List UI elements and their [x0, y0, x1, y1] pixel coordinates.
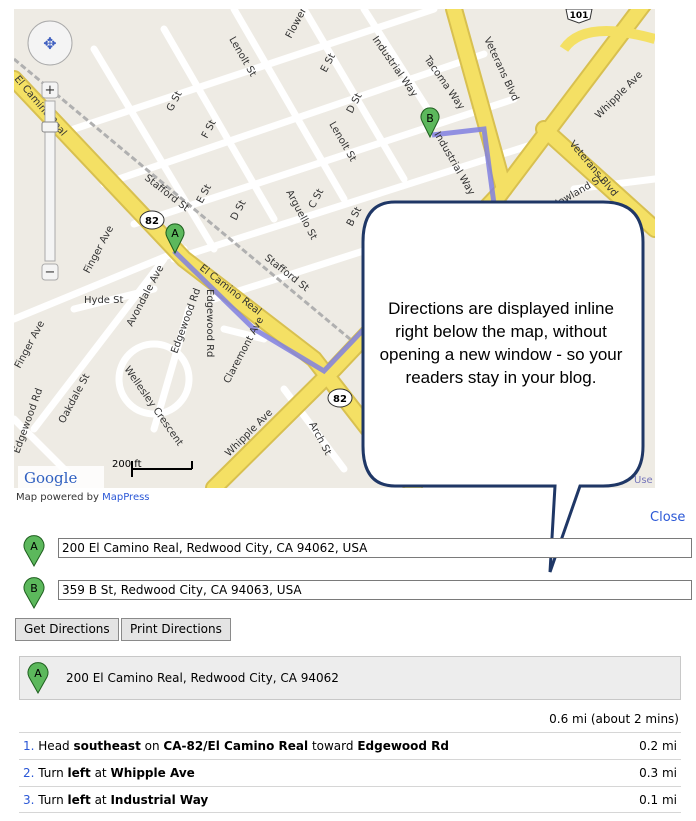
google-logo: Google — [18, 466, 104, 488]
to-address-input[interactable]: 359 B St, Redwood City, CA 94063, USA — [58, 580, 692, 600]
close-link[interactable]: Close — [650, 510, 685, 525]
highway-shield-101: 101 — [565, 9, 593, 24]
svg-text:Hyde St: Hyde St — [84, 295, 123, 306]
mappress-link[interactable]: MapPress — [102, 492, 149, 503]
svg-text:A: A — [34, 667, 42, 680]
route-summary: 0.6 mi (about 2 mins) — [549, 712, 679, 726]
start-location-box: A 200 El Camino Real, Redwood City, CA 9… — [19, 656, 681, 700]
highway-shield-82: 82 — [139, 210, 165, 230]
svg-text:A: A — [30, 540, 38, 553]
direction-step[interactable]: 2. Turn left at Whipple Ave 0.3 mi — [19, 759, 681, 786]
pan-control[interactable]: ✥ — [27, 20, 73, 66]
zoom-slider-handle[interactable] — [41, 121, 59, 133]
start-marker-icon: A — [27, 662, 49, 695]
from-address-input[interactable]: 200 El Camino Real, Redwood City, CA 940… — [58, 538, 692, 558]
powered-by: Map powered by MapPress — [16, 492, 150, 503]
direction-step[interactable]: 3. Turn left at Industrial Way 0.1 mi — [19, 786, 681, 813]
to-row: B 359 B St, Redwood City, CA 94063, USA — [22, 577, 692, 614]
svg-text:Google: Google — [24, 469, 77, 487]
svg-text:101: 101 — [570, 11, 589, 21]
marker-a-icon: A — [23, 535, 45, 568]
get-directions-button[interactable]: Get Directions — [15, 618, 119, 641]
svg-text:B: B — [426, 112, 434, 125]
marker-b-icon: B — [23, 577, 45, 610]
svg-text:A: A — [171, 227, 179, 240]
zoom-out-button[interactable]: − — [41, 263, 59, 281]
svg-text:✥: ✥ — [43, 34, 56, 53]
direction-step[interactable]: 1. Head southeast on CA-82/El Camino Rea… — [19, 732, 681, 759]
start-address: 200 El Camino Real, Redwood City, CA 940… — [66, 671, 339, 685]
svg-text:+: + — [45, 83, 56, 98]
svg-text:−: − — [45, 265, 56, 280]
print-directions-button[interactable]: Print Directions — [121, 618, 231, 641]
svg-text:Edgewood Rd: Edgewood Rd — [204, 289, 215, 357]
svg-text:82: 82 — [333, 394, 347, 405]
svg-text:82: 82 — [145, 216, 159, 227]
svg-text:B: B — [30, 582, 38, 595]
zoom-in-button[interactable]: + — [41, 81, 59, 99]
highway-shield-82-b: 82 — [327, 388, 353, 408]
from-row: A 200 El Camino Real, Redwood City, CA 9… — [22, 535, 692, 572]
callout-text: Directions are displayed inline right be… — [379, 299, 623, 387]
svg-text:200 ft: 200 ft — [112, 459, 142, 470]
